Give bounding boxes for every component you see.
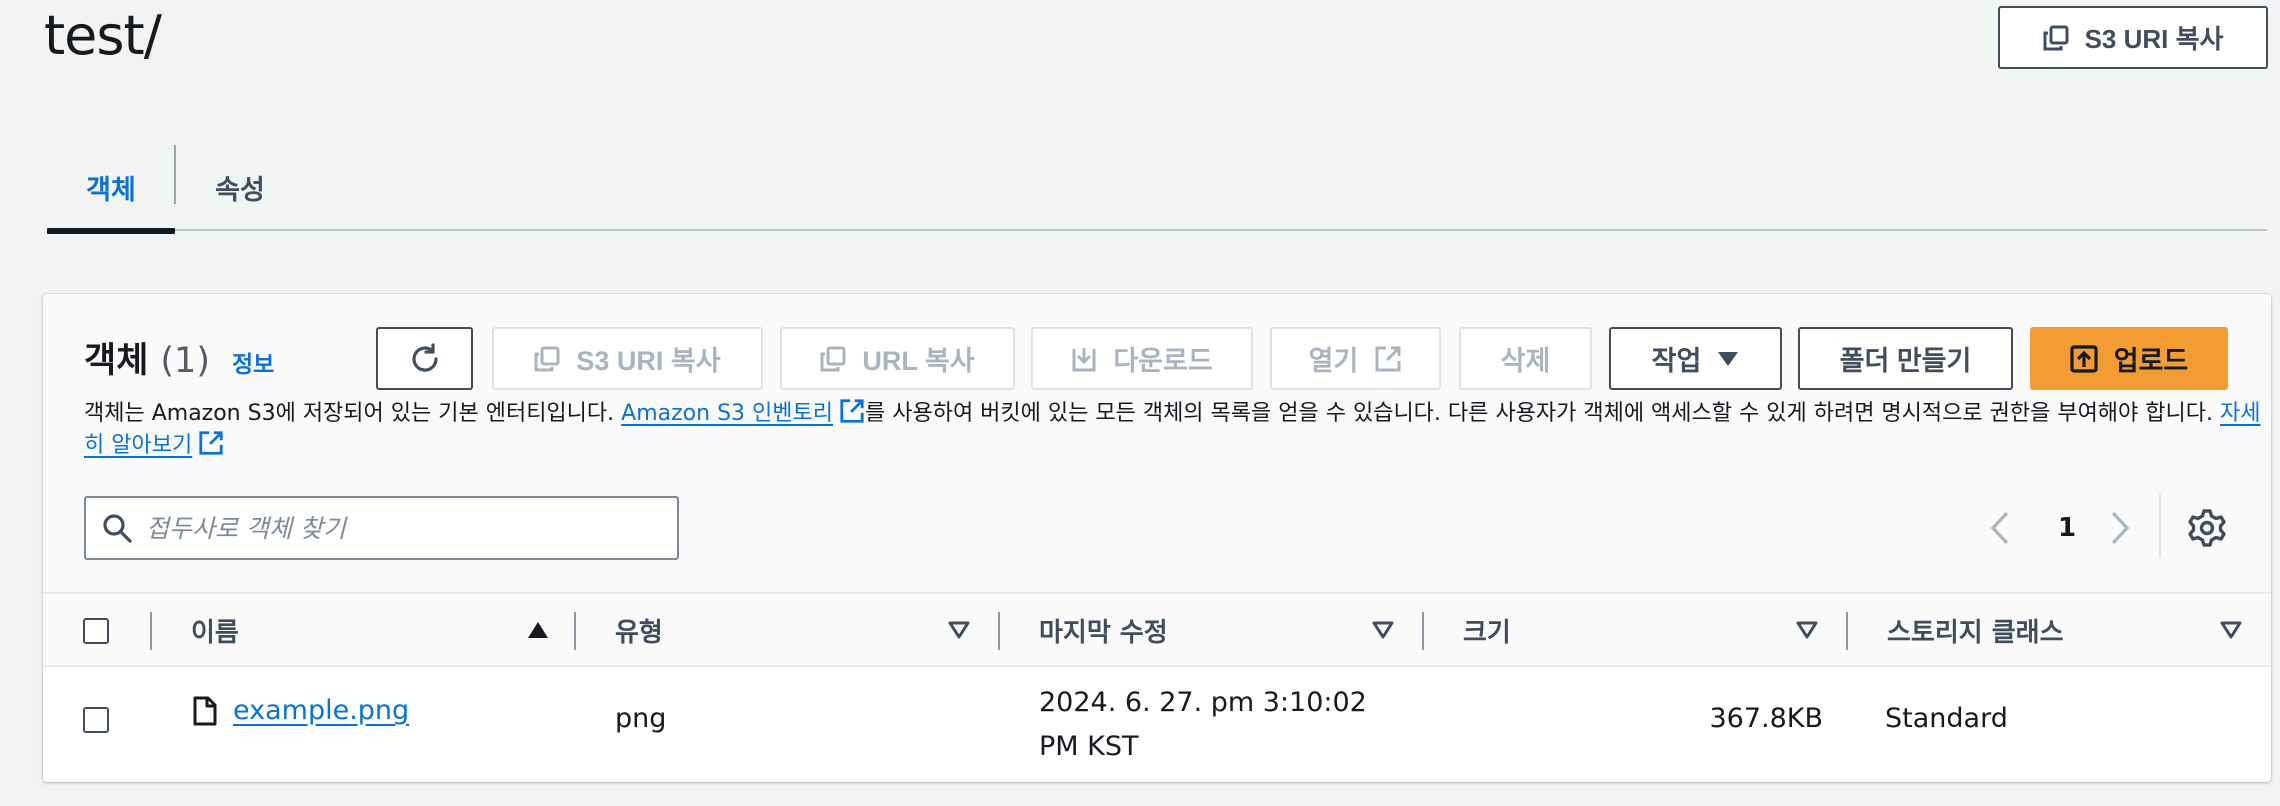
copy-url-label: URL 복사: [862, 346, 975, 376]
type-cell: png: [615, 703, 667, 734]
column-resizer[interactable]: [998, 612, 1000, 650]
copy-icon: [2043, 25, 2069, 51]
next-page-button[interactable]: [2109, 506, 2131, 550]
external-link-icon: [198, 430, 224, 456]
object-count: (1): [160, 341, 210, 381]
open-label: 열기: [1308, 346, 1359, 376]
copy-s3-uri-button[interactable]: S3 URI 복사: [1998, 6, 2268, 69]
gear-icon: [2185, 506, 2229, 550]
description-text-1: 객체는 Amazon S3에 저장되어 있는 기본 엔터티입니다.: [84, 401, 622, 426]
actions-dropdown-button[interactable]: 작업: [1609, 327, 1782, 390]
info-link[interactable]: 정보: [232, 345, 274, 379]
size-cell: 367.8KB: [1709, 703, 1823, 734]
panel-description: 객체는 Amazon S3에 저장되어 있는 기본 엔터티입니다. Amazon…: [84, 398, 2264, 462]
download-button[interactable]: 다운로드: [1031, 327, 1253, 390]
sort-caret-icon[interactable]: [1796, 620, 1818, 640]
name-cell: example.png: [193, 695, 409, 726]
tab-objects[interactable]: 객체: [47, 144, 175, 234]
caret-down-icon: [1717, 351, 1739, 367]
last-modified-cell: 2024. 6. 27. pm 3:10:02 PM KST: [1039, 681, 1367, 769]
copy-s3-uri-label: S3 URI 복사: [2084, 24, 2224, 54]
inventory-link[interactable]: Amazon S3 인벤토리: [621, 398, 865, 426]
sort-caret-icon[interactable]: [2220, 620, 2242, 640]
pager-divider: [2159, 494, 2161, 558]
refresh-icon: [408, 342, 442, 376]
row-checkbox-cell: [83, 707, 109, 733]
delete-button[interactable]: 삭제: [1459, 327, 1592, 390]
copy-s3-uri-action-label: S3 URI 복사: [576, 346, 721, 376]
chevron-left-icon: [1989, 511, 2011, 545]
external-link-icon: [1374, 345, 1402, 373]
column-header-type[interactable]: 유형: [615, 594, 663, 667]
table-header: 이름 유형 마지막 수정 크기 스토리지 클래스: [43, 592, 2271, 667]
table-preferences-button[interactable]: [2185, 506, 2229, 550]
select-all-checkbox[interactable]: [83, 617, 109, 644]
actions-label: 작업: [1651, 346, 1702, 376]
column-header-size[interactable]: 크기: [1463, 594, 1511, 667]
page-title: test/: [44, 4, 162, 67]
storage-class-cell: Standard: [1885, 703, 2008, 734]
tab-list: 객체 속성: [47, 144, 2267, 234]
upload-label: 업로드: [2113, 346, 2189, 376]
copy-url-button[interactable]: URL 복사: [780, 327, 1015, 390]
row-checkbox[interactable]: [83, 707, 109, 733]
column-header-last-modified[interactable]: 마지막 수정: [1039, 594, 1168, 667]
search-box: [84, 496, 679, 560]
chevron-right-icon: [2109, 511, 2131, 545]
objects-panel: 객체 (1) 정보 S3 URI 복사 URL 복사 다운로드 열기 삭제 작업…: [43, 294, 2271, 782]
copy-s3-uri-action-button[interactable]: S3 URI 복사: [492, 327, 763, 390]
delete-label: 삭제: [1500, 346, 1551, 376]
column-resizer[interactable]: [574, 612, 576, 650]
column-header-name[interactable]: 이름: [191, 594, 239, 667]
sort-caret-icon[interactable]: [948, 620, 970, 640]
create-folder-button[interactable]: 폴더 만들기: [1798, 327, 2013, 390]
sort-ascending-icon[interactable]: [527, 620, 549, 640]
copy-icon: [534, 346, 560, 372]
description-text-2: 를 사용하여 버킷에 있는 모든 객체의 목록을 얻을 수 있습니다. 다른 사…: [864, 401, 2220, 426]
last-modified-date: 2024. 6. 27. pm 3:10:02: [1039, 687, 1367, 718]
column-separator: [150, 612, 152, 650]
column-resizer[interactable]: [1846, 612, 1848, 650]
external-link-icon: [839, 398, 865, 424]
download-icon: [1071, 345, 1097, 373]
panel-title-row: 객체 (1) 정보: [84, 332, 274, 383]
column-resizer[interactable]: [1422, 612, 1424, 650]
refresh-button[interactable]: [376, 327, 473, 390]
panel-title: 객체: [84, 341, 149, 381]
upload-icon: [2070, 344, 2098, 373]
file-icon: [193, 696, 217, 726]
column-header-storage-class[interactable]: 스토리지 클래스: [1887, 594, 2064, 667]
current-page-number[interactable]: 1: [2058, 506, 2076, 550]
search-input[interactable]: [146, 513, 677, 543]
last-modified-timezone: PM KST: [1039, 731, 1139, 762]
search-icon: [102, 513, 132, 543]
copy-icon: [820, 346, 846, 372]
tab-properties[interactable]: 속성: [175, 144, 305, 231]
open-button[interactable]: 열기: [1270, 327, 1441, 390]
upload-button[interactable]: 업로드: [2030, 327, 2228, 390]
sort-caret-icon[interactable]: [1372, 620, 1394, 640]
select-all-checkbox-cell: [83, 594, 109, 667]
inventory-link-label: Amazon S3 인벤토리: [621, 401, 833, 426]
object-name-link[interactable]: example.png: [233, 695, 409, 726]
previous-page-button[interactable]: [1989, 506, 2011, 550]
download-label: 다운로드: [1113, 346, 1213, 376]
create-folder-label: 폴더 만들기: [1839, 346, 1972, 376]
panel-header: 객체 (1) 정보 S3 URI 복사 URL 복사 다운로드 열기 삭제 작업…: [43, 294, 2271, 592]
